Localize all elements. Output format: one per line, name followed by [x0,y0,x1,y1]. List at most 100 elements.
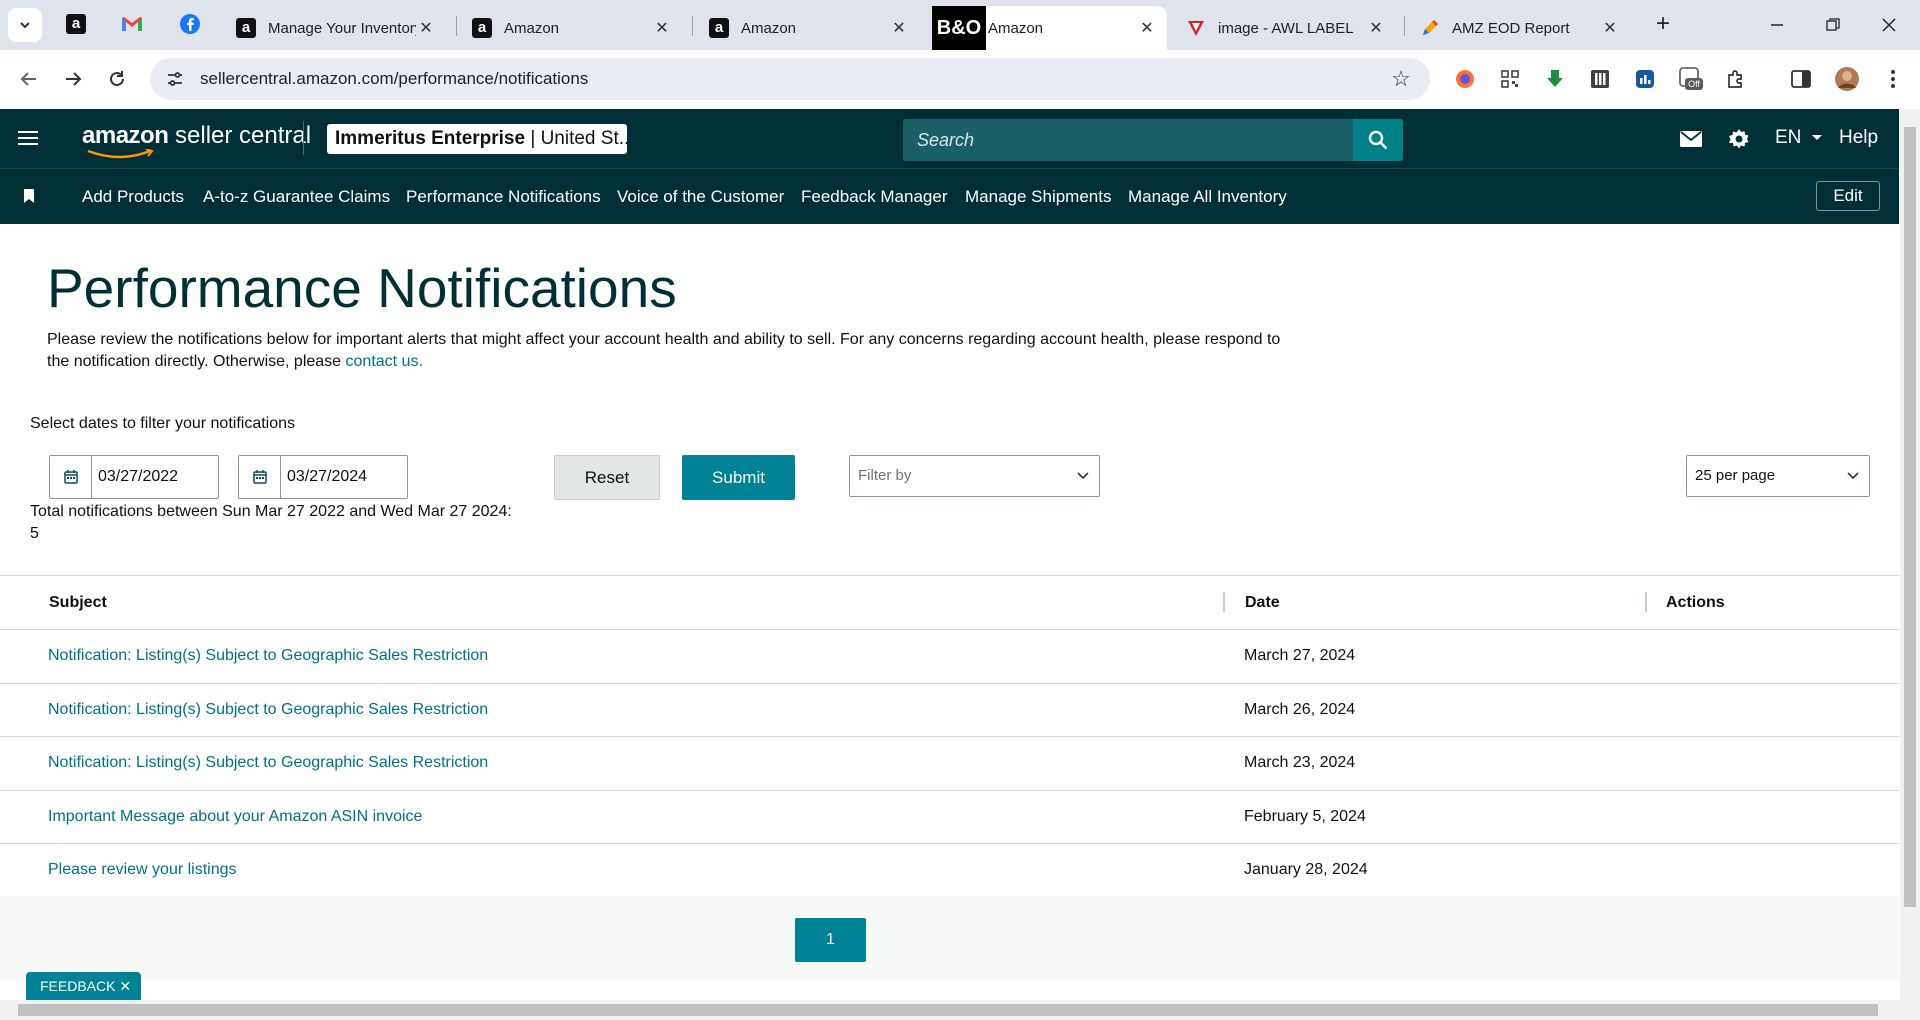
pinned-tab-amazon[interactable]: a [62,10,90,38]
browser-tab-5[interactable]: image - AWL LABEL ✕ [1176,6,1396,50]
reset-button[interactable]: Reset [554,455,660,500]
nav-a-to-z-claims[interactable]: A-to-z Guarantee Claims [203,187,390,207]
edit-bookmarks-button[interactable]: Edit [1816,181,1880,211]
close-icon[interactable]: ✕ [1137,18,1157,38]
back-button[interactable] [14,64,44,94]
nav-feedback-manager[interactable]: Feedback Manager [801,187,947,207]
forward-button[interactable] [58,64,88,94]
close-icon[interactable]: ✕ [652,18,672,38]
page-1-button[interactable]: 1 [795,918,866,962]
restore-button[interactable] [1818,10,1848,40]
nav-voice-of-customer[interactable]: Voice of the Customer [617,187,784,207]
side-panel-icon[interactable] [1788,66,1814,92]
notification-subject-link[interactable]: Notification: Listing(s) Subject to Geog… [48,647,488,665]
pen-icon [1423,20,1438,35]
minimize-button[interactable] [1762,10,1792,40]
amazon-icon: a [66,14,86,34]
horizontal-scrollbar[interactable] [0,1000,1920,1020]
filter-by-select[interactable]: Filter by [849,455,1100,497]
notification-date: January 28, 2024 [1244,861,1368,879]
tab-title: Manage Your Inventory [268,19,416,37]
submit-button[interactable]: Submit [682,455,795,500]
notification-date: March 27, 2024 [1244,647,1356,664]
notification-date: March 23, 2024 [1244,754,1356,772]
url-text[interactable]: sellercentral.amazon.com/performance/not… [200,69,1386,89]
address-bar[interactable]: sellercentral.amazon.com/performance/not… [150,58,1430,100]
feedback-tab[interactable]: FEEDBACK ✕ [26,972,141,1000]
minimize-icon [1771,24,1783,26]
tab-divider [1404,16,1405,36]
column-header-date[interactable]: Date [1245,594,1280,612]
chevron-down-icon [1847,472,1859,480]
nav-add-products[interactable]: Add Products [82,187,184,207]
account-switcher[interactable]: Immeritus Enterprise | United St... [327,124,627,154]
nav-manage-all-inventory[interactable]: Manage All Inventory [1128,187,1287,207]
close-icon[interactable]: ✕ [1366,18,1386,38]
extensions-puzzle-icon[interactable] [1723,66,1749,92]
column-header-subject[interactable]: Subject [49,594,107,612]
close-icon[interactable]: ✕ [889,18,909,38]
notification-subject-link[interactable]: Important Message about your Amazon ASIN… [48,808,422,826]
reload-button[interactable] [102,64,132,94]
tab-divider [456,16,457,36]
browser-tab-bar: a a Manage Your Inventory ✕ a Amazon ✕ a… [0,0,1920,50]
notifications-table: Subject Date Actions Notification: Listi… [0,575,1899,898]
extension-download-icon[interactable] [1542,66,1568,92]
contact-us-link[interactable]: contact us. [346,353,423,370]
gmail-icon [122,17,142,31]
horizontal-scroll-thumb[interactable] [18,1004,1878,1016]
pinned-tab-facebook[interactable] [176,10,204,38]
browser-menu-icon[interactable] [1880,66,1906,92]
end-date-value[interactable]: 03/27/2024 [281,456,367,498]
language-selector[interactable]: EN [1775,127,1823,149]
extension-off-icon[interactable]: Off [1678,66,1704,92]
end-date-field[interactable]: 03/27/2024 [238,455,408,499]
bookmark-icon[interactable] [23,189,35,203]
messages-button[interactable] [1677,125,1705,153]
profile-avatar[interactable] [1834,66,1860,92]
pinned-tab-gmail[interactable] [118,10,146,38]
amazon-icon: a [472,18,492,38]
start-date-field[interactable]: 03/27/2022 [49,455,219,499]
hamburger-menu-icon[interactable] [18,127,42,149]
extension-bars-icon[interactable] [1587,66,1613,92]
vertical-scroll-thumb[interactable] [1904,127,1916,907]
red-arrow-icon [1188,21,1204,36]
close-window-button[interactable] [1874,10,1904,40]
start-date-value[interactable]: 03/27/2022 [92,456,178,498]
search-placeholder: Search [917,130,975,150]
notification-subject-link[interactable]: Notification: Listing(s) Subject to Geog… [48,754,488,772]
close-icon[interactable]: ✕ [1600,18,1620,38]
help-link[interactable]: Help [1839,127,1878,149]
forward-arrow-icon [66,72,82,86]
reload-icon [110,71,124,86]
notification-subject-link[interactable]: Please review your listings [48,861,237,879]
bookmark-star-icon[interactable]: ☆ [1386,64,1416,94]
browser-tab-2[interactable]: a Amazon ✕ [462,6,682,50]
extension-qr-icon[interactable] [1497,66,1523,92]
new-tab-button[interactable]: + [1650,12,1676,38]
extension-chart-icon[interactable] [1632,66,1658,92]
vertical-scrollbar[interactable] [1900,109,1920,1000]
nav-performance-notifications[interactable]: Performance Notifications [406,187,601,207]
calendar-icon[interactable] [239,456,281,498]
page-title: Performance Notifications [47,257,677,319]
tab-search-button[interactable] [8,8,42,42]
calendar-icon[interactable] [50,456,92,498]
seller-central-logo[interactable]: amazon seller central [82,122,311,159]
browser-tab-1[interactable]: a Manage Your Inventory ✕ [226,6,446,50]
notification-subject-link[interactable]: Notification: Listing(s) Subject to Geog… [48,701,488,719]
search-button[interactable] [1353,119,1403,161]
browser-tab-active[interactable]: B&O Amazon ✕ [932,6,1167,50]
close-icon[interactable]: ✕ [416,18,436,38]
extension-firefox-icon[interactable] [1452,66,1478,92]
table-row: Important Message about your Amazon ASIN… [0,791,1899,845]
browser-tab-3[interactable]: a Amazon ✕ [699,6,919,50]
settings-button[interactable] [1725,125,1753,153]
browser-tab-6[interactable]: AMZ EOD Report ✕ [1410,6,1630,50]
seller-search-bar[interactable]: Search [903,119,1403,161]
nav-manage-shipments[interactable]: Manage Shipments [965,187,1111,207]
svg-text:Off: Off [1688,79,1700,89]
per-page-select[interactable]: 25 per page [1686,455,1870,497]
site-settings-icon[interactable] [164,68,186,90]
